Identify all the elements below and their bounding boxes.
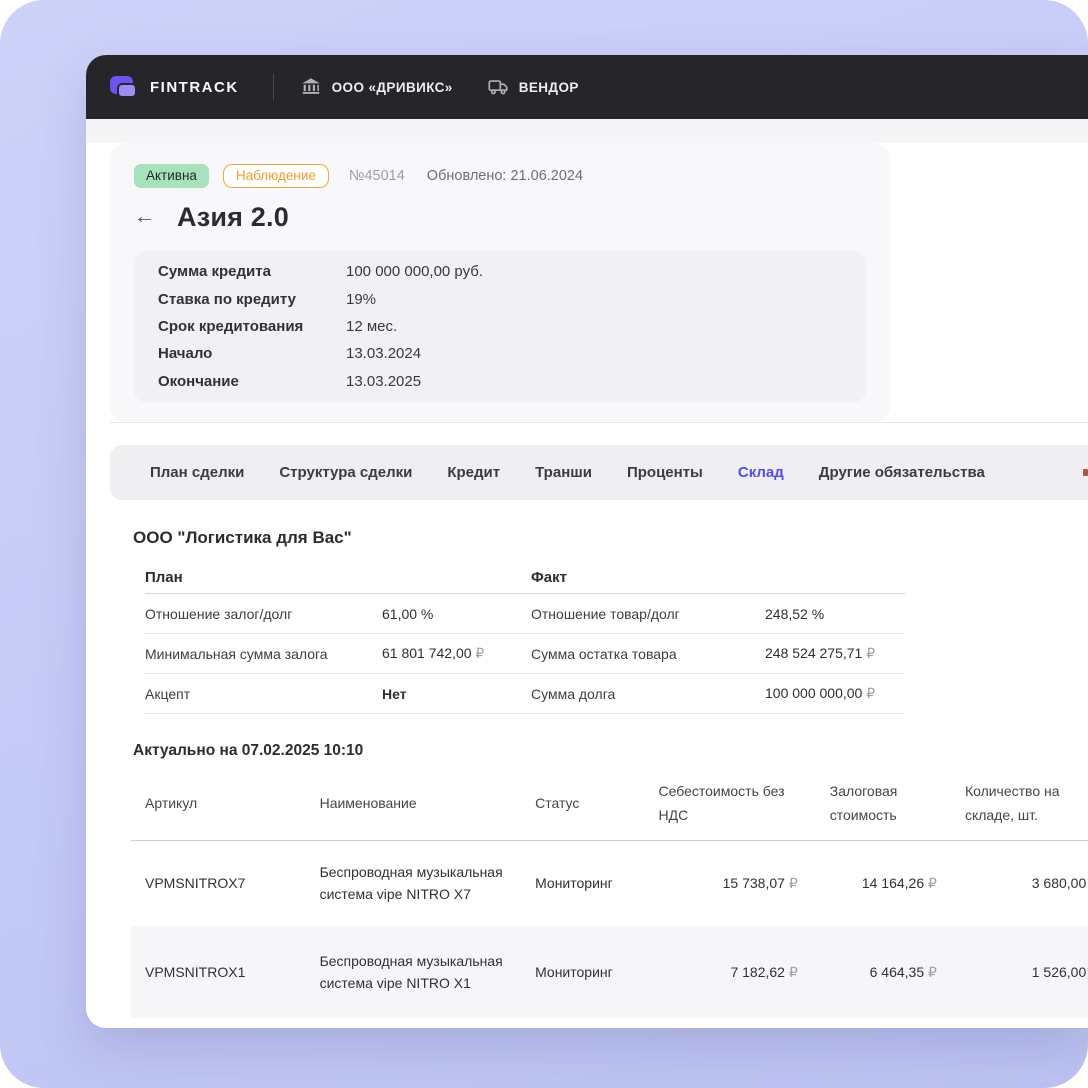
col-cost: Себестоимость без НДС: [631, 766, 798, 840]
tab-struktura-sdelki[interactable]: Структура сделки: [279, 464, 412, 481]
credit-label: Окончание: [158, 373, 346, 390]
inventory-table: Артикул Наименование Статус Себестоимост…: [131, 766, 1088, 1018]
inventory-as-of: Актуально на 07.02.2025 10:10: [133, 742, 1088, 760]
table-row: VPMSNITROX7 Беспроводная музыкальная сис…: [131, 840, 1088, 926]
plan-value: 61 801 742,00 ₽: [382, 645, 531, 662]
col-status: Статус: [535, 766, 630, 840]
col-sku: Артикул: [131, 766, 320, 840]
truck-icon: [487, 76, 509, 98]
cell-cost: 7 182,62 ₽: [631, 926, 798, 1018]
tab-drugie-obyazatelstva[interactable]: Другие обязательства: [819, 464, 985, 481]
plan-label: Отношение залог/долг: [145, 606, 382, 622]
credit-row: Сумма кредита 100 000 000,00 руб.: [158, 258, 842, 285]
org-name: ООО «ДРИВИКС»: [332, 80, 453, 95]
header-divider: [273, 74, 274, 100]
desktop-background: FINTRACK ООО «ДРИВИКС» ВЕНДОР: [0, 0, 1088, 1088]
fact-value: 100 000 000,00 ₽: [765, 685, 905, 702]
page-title: Азия 2.0: [177, 202, 289, 233]
plan-fact-row: Отношение залог/долг 61,00 % Отношение т…: [145, 594, 905, 634]
watch-badge: Наблюдение: [223, 164, 329, 188]
credit-label: Начало: [158, 345, 346, 362]
cell-qty: 3 680,00: [937, 840, 1086, 926]
credit-value: 19%: [346, 291, 842, 308]
credit-row: Срок кредитования 12 мес.: [158, 313, 842, 340]
plan-fact-row: Акцепт Нет Сумма долга 100 000 000,00 ₽: [145, 674, 905, 714]
fact-label: Отношение товар/долг: [531, 606, 765, 622]
credit-row: Ставка по кредиту 19%: [158, 285, 842, 312]
credit-summary-panel: Сумма кредита 100 000 000,00 руб. Ставка…: [134, 251, 866, 402]
inventory-header-row: Артикул Наименование Статус Себестоимост…: [131, 766, 1088, 840]
credit-row: Окончание 13.03.2025: [158, 368, 842, 395]
header-substrip: [86, 119, 1088, 143]
tab-kredit[interactable]: Кредит: [447, 464, 500, 481]
col-pledge: Залоговая стоимость: [798, 766, 937, 840]
bank-icon: [300, 76, 322, 98]
fact-header: Факт: [531, 569, 765, 586]
plan-value: 61,00 %: [382, 606, 531, 622]
back-button[interactable]: ←: [134, 205, 160, 229]
status-badge: Активна: [134, 164, 209, 188]
cell-pledge: 14 164,26 ₽: [798, 840, 937, 926]
page-content: Активна Наблюдение №45014 Обновлено: 21.…: [86, 143, 1088, 1018]
cell-status: Мониторинг: [535, 926, 630, 1018]
cell-name: Беспроводная музыкальная система vipe NI…: [320, 840, 536, 926]
deal-tabs: План сделки Структура сделки Кредит Тран…: [110, 445, 1088, 500]
tab-procenty[interactable]: Проценты: [627, 464, 703, 481]
plan-fact-row: Минимальная сумма залога 61 801 742,00 ₽…: [145, 634, 905, 674]
plan-label: Акцепт: [145, 686, 382, 702]
cell-status: Мониторинг: [535, 840, 630, 926]
cell-pledge: 6 464,35 ₽: [798, 926, 937, 1018]
next-tab-cutoff: [1083, 469, 1088, 476]
fact-label: Сумма долга: [531, 686, 765, 702]
collateral-company-title: ООО "Логистика для Вас": [133, 528, 1088, 548]
tab-plan-sdelki[interactable]: План сделки: [150, 464, 244, 481]
credit-label: Ставка по кредиту: [158, 291, 346, 308]
deal-badges-row: Активна Наблюдение №45014 Обновлено: 21.…: [134, 163, 866, 189]
plan-value: Нет: [382, 686, 531, 702]
cell-sku: VPMSNITROX1: [131, 926, 320, 1018]
brand: FINTRACK: [110, 76, 239, 98]
credit-row: Начало 13.03.2024: [158, 340, 842, 367]
vendor-label: ВЕНДОР: [519, 80, 579, 95]
plan-header: План: [145, 569, 382, 586]
cell-cost: 15 738,07 ₽: [631, 840, 798, 926]
tab-sklad[interactable]: Склад: [738, 464, 784, 481]
credit-label: Срок кредитования: [158, 318, 346, 335]
vendor-switcher[interactable]: ВЕНДОР: [487, 76, 579, 98]
credit-value: 13.03.2025: [346, 373, 842, 390]
fact-label: Сумма остатка товара: [531, 646, 765, 662]
deal-summary-panel: Активна Наблюдение №45014 Обновлено: 21.…: [110, 143, 890, 422]
table-row: VPMSNITROX1 Беспроводная музыкальная сис…: [131, 926, 1088, 1018]
cell-name: Беспроводная музыкальная система vipe NI…: [320, 926, 536, 1018]
plan-fact-table: План Факт Отношение залог/долг 61,00 % О…: [145, 562, 905, 714]
credit-value: 100 000 000,00 руб.: [346, 263, 842, 280]
col-name: Наименование: [320, 766, 536, 840]
credit-label: Сумма кредита: [158, 263, 346, 280]
fact-value: 248 524 275,71 ₽: [765, 645, 905, 662]
fact-value: 248,52 %: [765, 606, 905, 622]
plan-label: Минимальная сумма залога: [145, 646, 382, 662]
org-switcher[interactable]: ООО «ДРИВИКС»: [300, 76, 453, 98]
tab-transhi[interactable]: Транши: [535, 464, 592, 481]
app-window: FINTRACK ООО «ДРИВИКС» ВЕНДОР: [86, 55, 1088, 1028]
fintrack-logo-icon: [110, 76, 138, 98]
app-header: FINTRACK ООО «ДРИВИКС» ВЕНДОР: [86, 55, 1088, 119]
plan-fact-header: План Факт: [145, 562, 905, 594]
deal-updated: Обновлено: 21.06.2024: [427, 168, 583, 184]
cell-sku: VPMSNITROX7: [131, 840, 320, 926]
brand-name: FINTRACK: [150, 79, 239, 96]
section-divider: [110, 422, 1088, 423]
deal-number: №45014: [349, 168, 405, 184]
deal-title-row: ← Азия 2.0: [134, 202, 866, 232]
cell-qty: 1 526,00: [937, 926, 1086, 1018]
credit-value: 13.03.2024: [346, 345, 842, 362]
credit-value: 12 мес.: [346, 318, 842, 335]
col-qty: Количество на складе, шт.: [937, 766, 1086, 840]
